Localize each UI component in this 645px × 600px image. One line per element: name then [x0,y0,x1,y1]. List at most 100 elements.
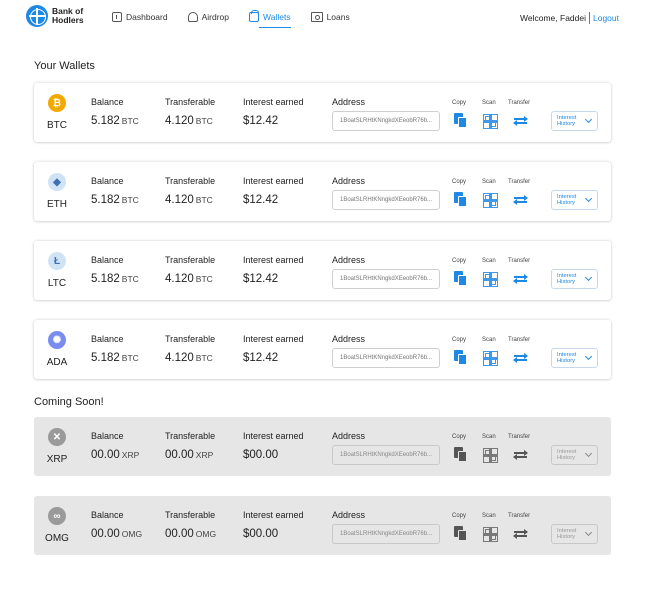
transferable-label: Transferable [165,334,216,344]
coin-symbol: OMG [45,533,69,544]
transferable-value: 00.00 XRP [165,449,214,461]
transfer-arrows-icon[interactable] [513,194,528,205]
nav-item-airdrop[interactable]: Airdrop [187,10,229,24]
brand-logo[interactable]: Bank of Hodlers [26,5,84,27]
transferable-label: Transferable [165,255,216,265]
copy-icon[interactable] [454,350,467,365]
transferable-value: 4.120 BTC [165,273,213,285]
nav-item-wallets[interactable]: Wallets [249,10,291,28]
transfer-arrows-icon[interactable] [513,449,528,460]
chevron-down-icon [584,449,593,458]
coin-symbol: ETH [47,199,67,210]
balance-label: Balance [91,334,124,344]
coin-symbol: BTC [47,120,67,131]
wallet-card-eth: ◆ ETH Balance 5.182 BTC Transferable 4.12… [34,162,611,221]
bitcoin-icon: ₿ [48,94,66,112]
logout-link[interactable]: Logout [593,13,619,23]
balance-value: 5.182 BTC [91,115,139,127]
copy-icon[interactable] [454,271,467,286]
balance-label: Balance [91,431,124,441]
transfer-arrows-icon[interactable] [513,273,528,284]
balance-value: 00.00 OMG [91,528,143,540]
copy-icon[interactable] [454,113,467,128]
user-area: Welcome, Faddei Logout [520,12,619,24]
copy-label: Copy [452,337,467,343]
loans-icon [310,12,323,22]
transferable-value: 4.120 BTC [165,352,213,364]
interest-label: Interest earned [243,97,304,107]
wallet-card-btc: ₿ BTC Balance 5.182 BTC Transferable 4.12… [34,83,611,142]
scan-label: Scan [482,337,496,343]
address-label: Address [332,97,366,107]
interest-history-dropdown[interactable]: Interest History [551,190,598,210]
interest-label: Interest earned [243,431,304,441]
transferable-value: 4.120 BTC [165,194,213,206]
copy-icon[interactable] [454,447,467,462]
transferable-label: Transferable [165,510,216,520]
address-field[interactable]: 1BoatSLRHtKNngkdXEeobR76b... [332,190,440,210]
qr-code-icon[interactable] [483,272,498,287]
wallet-icon [249,10,259,22]
interest-value: $12.42 [243,115,279,127]
coin-symbol: XRP [46,454,68,465]
balance-label: Balance [91,510,124,520]
wallet-card-xrp: ✕ XRP Balance 00.00 XRP Transferable 00.0… [34,417,611,476]
interest-value: $00.00 [243,528,279,540]
transferable-label: Transferable [165,97,216,107]
transferable-label: Transferable [165,176,216,186]
qr-code-icon[interactable] [483,351,498,366]
transfer-arrows-icon[interactable] [513,115,528,126]
litecoin-icon: Ł [48,252,66,270]
copy-label: Copy [452,434,467,440]
nav-item-dashboard[interactable]: Dashboard [112,10,168,24]
address-field[interactable]: 1BoatSLRHtKNngkdXEeobR76b... [332,445,440,465]
transfer-arrows-icon[interactable] [513,352,528,363]
interest-value: $12.42 [243,194,279,206]
interest-history-dropdown[interactable]: Interest History [551,111,598,131]
balance-label: Balance [91,97,124,107]
copy-label: Copy [452,179,467,185]
address-label: Address [332,334,366,344]
interest-history-dropdown[interactable]: Interest History [551,348,598,368]
scan-label: Scan [482,258,496,264]
interest-history-dropdown[interactable]: Interest History [551,269,598,289]
transfer-label: Transfer [508,258,531,264]
address-field[interactable]: 1BoatSLRHtKNngkdXEeobR76b... [332,269,440,289]
interest-history-dropdown[interactable]: Interest History [551,524,598,544]
address-field[interactable]: 1BoatSLRHtKNngkdXEeobR76b... [332,111,440,131]
wallet-card-omg: ∞ OMG Balance 00.00 OMG Transferable 00.0… [34,496,611,555]
address-field[interactable]: 1BoatSLRHtKNngkdXEeobR76b... [332,524,440,544]
chevron-down-icon [584,273,593,282]
qr-code-icon[interactable] [483,114,498,129]
top-header: Bank of Hodlers Dashboard Airdrop Wallet… [0,0,645,34]
scan-label: Scan [482,179,496,185]
transfer-arrows-icon[interactable] [513,528,528,539]
scan-label: Scan [482,100,496,106]
interest-history-dropdown[interactable]: Interest History [551,445,598,465]
transferable-value: 4.120 BTC [165,115,213,127]
chevron-down-icon [584,194,593,203]
interest-value: $00.00 [243,449,279,461]
address-label: Address [332,431,366,441]
qr-code-icon[interactable] [483,527,498,542]
transfer-label: Transfer [508,337,531,343]
balance-label: Balance [91,176,124,186]
chevron-down-icon [584,115,593,124]
interest-value: $12.42 [243,273,279,285]
copy-icon[interactable] [454,192,467,207]
interest-label: Interest earned [243,334,304,344]
wallet-card-ltc: Ł LTC Balance 5.182 BTC Transferable 4.12… [34,241,611,300]
balance-value: 5.182 BTC [91,194,139,206]
address-field[interactable]: 1BoatSLRHtKNngkdXEeobR76b... [332,348,440,368]
copy-icon[interactable] [454,526,467,541]
transfer-label: Transfer [508,434,531,440]
nav-item-loans[interactable]: Loans [310,10,350,24]
chevron-down-icon [584,528,593,537]
qr-code-icon[interactable] [483,448,498,463]
balance-value: 5.182 BTC [91,273,139,285]
your-wallets-title: Your Wallets [34,60,95,72]
qr-code-icon[interactable] [483,193,498,208]
transfer-label: Transfer [508,513,531,519]
interest-value: $12.42 [243,352,279,364]
ripple-icon: ✕ [48,428,66,446]
